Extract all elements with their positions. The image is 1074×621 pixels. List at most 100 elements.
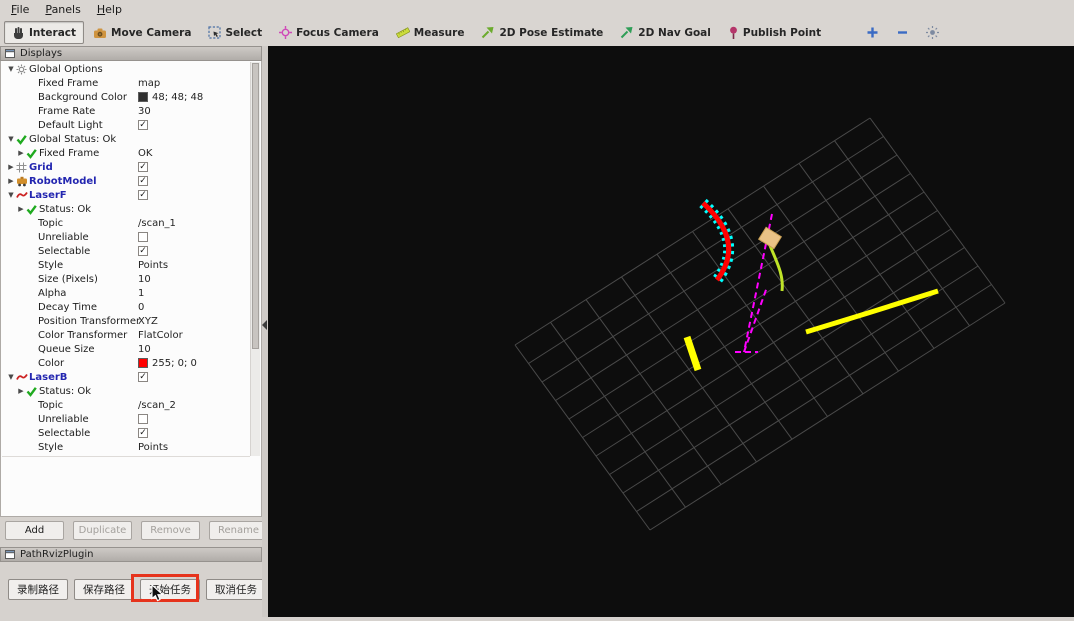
tree-row-style[interactable]: Style Points	[2, 440, 250, 454]
tool-2d-pose-estimate-button[interactable]: 2D Pose Estimate	[473, 21, 611, 44]
property-value[interactable]: /scan_1	[138, 216, 176, 230]
tree-row-fixed-frame[interactable]: ▶ Fixed Frame OK	[2, 146, 250, 160]
move-camera-icon	[93, 27, 107, 39]
property-value[interactable]: 1	[138, 286, 144, 300]
checkbox[interactable]: ✓	[138, 372, 148, 382]
toolbar-options-button[interactable]	[922, 23, 942, 43]
plugin-panel-header[interactable]: PathRvizPlugin	[0, 547, 262, 562]
checkbox[interactable]: ✓	[138, 120, 148, 130]
tree-row-global-options[interactable]: ▼ Global Options	[2, 62, 250, 76]
property-value[interactable]: ✓	[138, 160, 148, 174]
tool-interact-button[interactable]: Interact	[4, 21, 85, 44]
property-value[interactable]: ✓	[138, 244, 148, 258]
property-value[interactable]: ✓	[138, 370, 148, 384]
tree-row-unreliable[interactable]: Unreliable	[2, 230, 250, 244]
property-value[interactable]: Points	[138, 440, 168, 454]
property-value[interactable]: ✓	[138, 426, 148, 440]
tree-row-laserf[interactable]: ▼ LaserF ✓	[2, 188, 250, 202]
tree-row-laserb[interactable]: ▼ LaserB ✓	[2, 370, 250, 384]
3d-viewport[interactable]	[268, 46, 1074, 617]
tree-row-color-transformer[interactable]: Color Transformer FlatColor	[2, 328, 250, 342]
collapse-arrow-icon[interactable]	[262, 320, 267, 330]
tree-row-global-status-ok[interactable]: ▼ Global Status: Ok	[2, 132, 250, 146]
tree-row-status-ok[interactable]: ▶ Status: Ok	[2, 384, 250, 398]
tree-row-status-ok[interactable]: ▶ Status: Ok	[2, 202, 250, 216]
tree-scrollbar-thumb[interactable]	[252, 63, 259, 349]
expand-arrow-icon[interactable]: ▶	[6, 176, 16, 186]
checkbox[interactable]: ✓	[138, 428, 148, 438]
expand-arrow-icon[interactable]: ▶	[16, 148, 26, 158]
property-value[interactable]: /scan_2	[138, 398, 176, 412]
tool-select-button[interactable]: Select	[200, 21, 270, 44]
add-tool-button[interactable]	[862, 23, 882, 43]
tool-move-camera-button[interactable]: Move Camera	[85, 21, 199, 44]
checkbox[interactable]: ✓	[138, 246, 148, 256]
tree-row-selectable[interactable]: Selectable ✓	[2, 244, 250, 258]
collapse-arrow-icon[interactable]: ▼	[6, 64, 16, 74]
tool-measure-button[interactable]: Measure	[388, 21, 473, 44]
tree-row-topic[interactable]: Topic/scan_1	[2, 216, 250, 230]
color-swatch[interactable]	[138, 358, 148, 368]
property-value[interactable]: ✓	[138, 188, 148, 202]
3d-scene[interactable]	[268, 46, 1074, 617]
add-button[interactable]: Add	[5, 521, 64, 540]
tree-row-decay-time[interactable]: Decay Time 0	[2, 300, 250, 314]
tree-scrollbar[interactable]	[250, 62, 260, 456]
property-value[interactable]: ✓	[138, 118, 148, 132]
expand-arrow-icon[interactable]: ▶	[16, 204, 26, 214]
tree-row-queue-size[interactable]: Queue Size 10	[2, 342, 250, 356]
tree-row-size-pixels[interactable]: Size (Pixels) 10	[2, 272, 250, 286]
menu-item-panels[interactable]: Panels	[37, 1, 88, 18]
plugin-button-2[interactable]: 保存路径	[74, 579, 134, 600]
property-value[interactable]: 0	[138, 300, 144, 314]
checkbox[interactable]	[138, 232, 148, 242]
tree-row-background-color[interactable]: Background Color 48; 48; 48	[2, 90, 250, 104]
tree-row-default-light[interactable]: Default Light ✓	[2, 118, 250, 132]
tool-focus-camera-button[interactable]: Focus Camera	[271, 21, 387, 44]
tree-row-style[interactable]: Style Points	[2, 258, 250, 272]
collapse-arrow-icon[interactable]: ▼	[6, 372, 16, 382]
displays-panel-header[interactable]: Displays	[0, 46, 262, 61]
tree-row-position-transformer[interactable]: Position Transformer XYZ	[2, 314, 250, 328]
tree-row-color[interactable]: Color 255; 0; 0	[2, 356, 250, 370]
tree-row-frame-rate[interactable]: Frame Rate 30	[2, 104, 250, 118]
property-value[interactable]: ✓	[138, 174, 148, 188]
property-value[interactable]: 10	[138, 342, 151, 356]
property-value[interactable]: 255; 0; 0	[138, 356, 197, 370]
nav-goal-arrow-icon	[620, 26, 634, 39]
property-value[interactable]: 10	[138, 272, 151, 286]
tree-row-grid[interactable]: ▶ Grid ✓	[2, 160, 250, 174]
property-value[interactable]: OK	[138, 146, 152, 160]
property-value[interactable]: 48; 48; 48	[138, 90, 203, 104]
checkbox[interactable]	[138, 414, 148, 424]
plugin-button-4[interactable]: 取消任务	[206, 579, 266, 600]
property-value[interactable]: XYZ	[138, 314, 158, 328]
collapse-arrow-icon[interactable]: ▼	[6, 190, 16, 200]
tool-publish-point-button[interactable]: Publish Point	[720, 21, 829, 44]
property-value[interactable]	[138, 230, 148, 244]
remove-tool-button[interactable]	[892, 23, 912, 43]
tree-row-selectable[interactable]: Selectable ✓	[2, 426, 250, 440]
property-value[interactable]: Points	[138, 258, 168, 272]
tree-row-unreliable[interactable]: Unreliable	[2, 412, 250, 426]
tool-2d-nav-goal-button[interactable]: 2D Nav Goal	[612, 21, 719, 44]
expand-arrow-icon[interactable]: ▶	[16, 386, 26, 396]
tree-row-alpha[interactable]: Alpha 1	[2, 286, 250, 300]
property-value[interactable]: 30	[138, 104, 151, 118]
menu-item-help[interactable]: Help	[89, 1, 130, 18]
tree-row-topic[interactable]: Topic/scan_2	[2, 398, 250, 412]
checkbox[interactable]: ✓	[138, 190, 148, 200]
laser-icon	[16, 372, 29, 382]
checkbox[interactable]: ✓	[138, 176, 148, 186]
plugin-button-1[interactable]: 录制路径	[8, 579, 68, 600]
expand-arrow-icon[interactable]: ▶	[6, 162, 16, 172]
collapse-arrow-icon[interactable]: ▼	[6, 134, 16, 144]
color-swatch[interactable]	[138, 92, 148, 102]
tree-row-robotmodel[interactable]: ▶ RobotModel ✓	[2, 174, 250, 188]
property-value[interactable]: map	[138, 76, 160, 90]
property-value[interactable]: FlatColor	[138, 328, 183, 342]
tree-row-fixed-frame[interactable]: Fixed Frame map	[2, 76, 250, 90]
checkbox[interactable]: ✓	[138, 162, 148, 172]
menu-item-file[interactable]: File	[3, 1, 37, 18]
property-value[interactable]	[138, 412, 148, 426]
